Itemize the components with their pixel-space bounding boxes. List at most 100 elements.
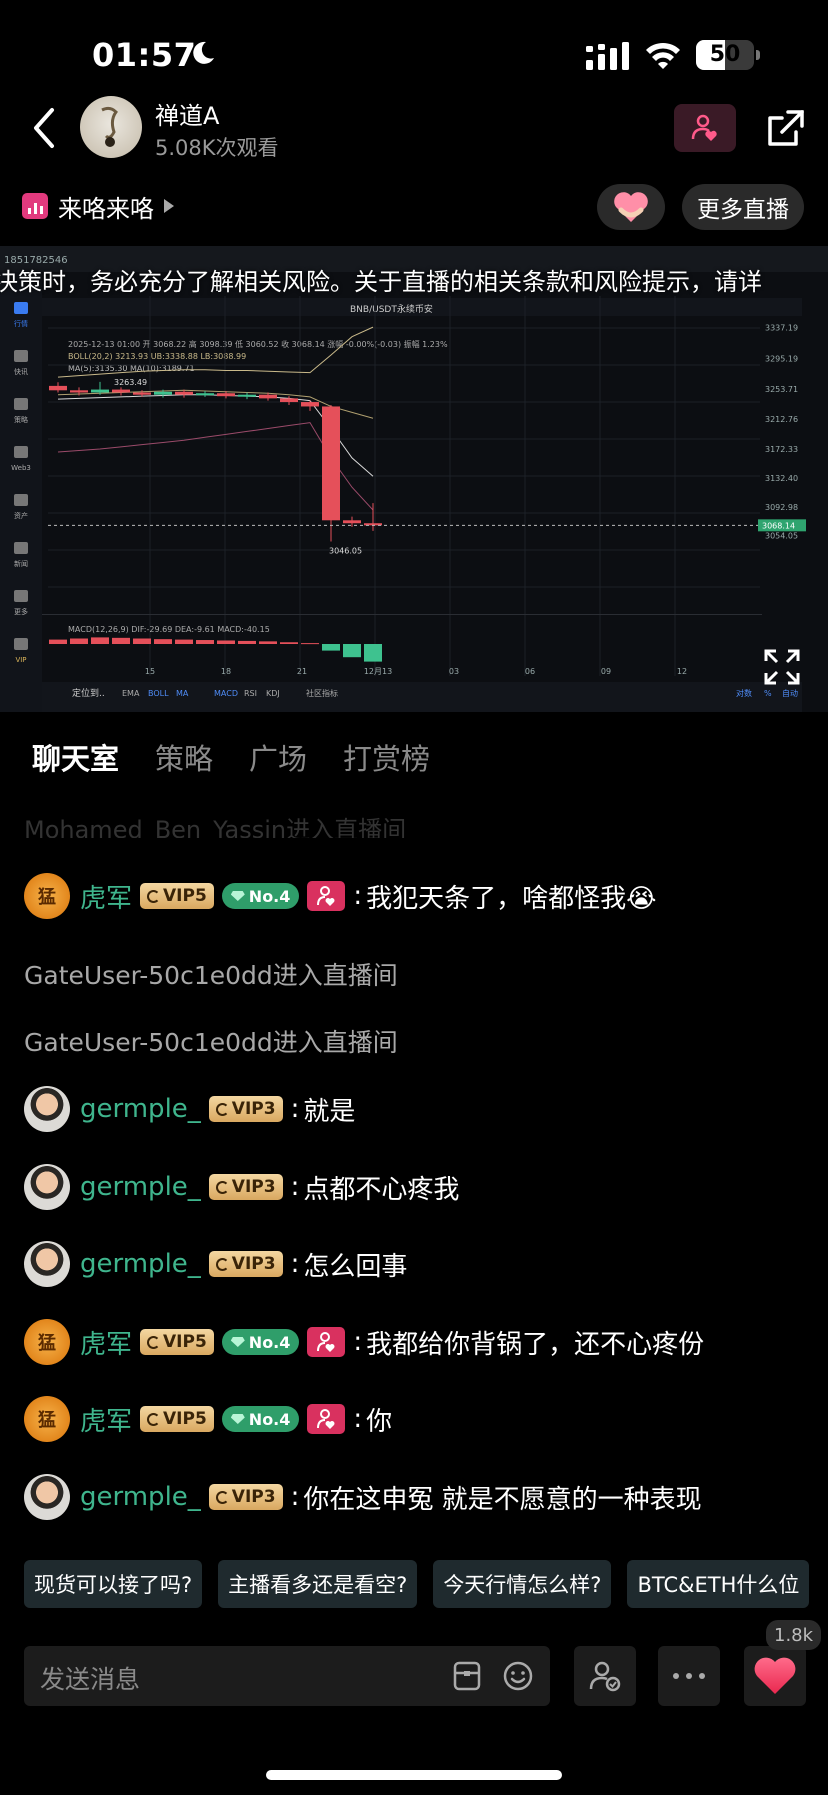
message-text: 就是 (303, 1096, 356, 1127)
time-tick-label: 21 (297, 667, 307, 676)
high-marker-label: 3263.49 (114, 378, 147, 387)
vip-level: VIP5 (163, 1332, 207, 1352)
locate-label: 定位到.. (72, 687, 105, 699)
more-live-button[interactable]: 更多直播 (682, 184, 804, 230)
vip-icon (147, 889, 161, 903)
vip-badge: VIP3 (208, 1251, 283, 1277)
time-tick-label: 15 (145, 667, 155, 676)
time-tick-label: 06 (525, 667, 535, 676)
message-separator: : (353, 1404, 363, 1434)
candle-body (196, 393, 214, 396)
boll-line: BOLL(20,2) 3213.93 UB:3338.88 LB:3088.99 (68, 352, 246, 361)
connect-mic-button[interactable] (574, 1646, 636, 1706)
host-avatar[interactable] (80, 96, 142, 158)
rail-label: 更多 (14, 607, 28, 616)
rail-label: Web3 (11, 464, 31, 472)
system-message: GateUser-50c1e0dd进入直播间 (24, 1028, 398, 1057)
rail-icon (14, 446, 28, 458)
tab-chatroom[interactable]: 聊天室 (32, 736, 119, 776)
fan-badge (307, 1404, 346, 1434)
fan-heart-icon (317, 1409, 335, 1429)
message-text: 我都给你背锅了，还不心疼份 (366, 1329, 705, 1360)
macd-bar (91, 637, 109, 644)
user-avatar[interactable]: 猛 (24, 1319, 70, 1365)
user-avatar[interactable] (24, 1241, 70, 1287)
message-separator: : (353, 1327, 363, 1357)
price-tick-label: 3132.40 (765, 474, 798, 483)
quick-reply-chip[interactable]: BTC&ETH什么位 (627, 1560, 810, 1608)
sticker-icon[interactable] (452, 1660, 482, 1692)
tab-tip-ranking[interactable]: 打赏榜 (343, 736, 430, 776)
username[interactable]: germple_ (80, 1094, 201, 1124)
username[interactable]: germple_ (80, 1482, 201, 1512)
candle-body (322, 406, 340, 521)
username[interactable]: 虎军 (80, 878, 132, 915)
streamed-kline-chart: 1851782546 行情快讯策略Web3资产新闻更多VIP BNB/USDT永… (0, 246, 828, 712)
tab-strategy[interactable]: 策略 (155, 736, 213, 776)
quick-reply-chip[interactable]: 现货可以接了吗? (24, 1560, 203, 1608)
message-text: 怎么回事 (303, 1251, 408, 1282)
last-price-tag-text: 3068.14 (762, 521, 795, 530)
heart-hands-button[interactable] (597, 184, 665, 230)
back-button[interactable] (28, 104, 60, 152)
indicator-tab: KDJ (266, 689, 280, 698)
vip-badge: VIP5 (140, 1406, 214, 1432)
message-separator: : (353, 881, 363, 911)
vip-badge: VIP3 (208, 1096, 283, 1122)
avatar-glyph: 猛 (38, 1410, 56, 1431)
price-tick-label: 3054.05 (765, 532, 798, 541)
follow-button[interactable] (674, 104, 736, 152)
price-tick-label: 3337.19 (765, 324, 798, 333)
rank-label: No.4 (248, 1409, 291, 1429)
message-separator: : (290, 1482, 300, 1512)
avatar-glyph: 猛 (38, 887, 56, 908)
username[interactable]: 虎军 (80, 1401, 132, 1438)
message-text: 我犯天条了，啥都怪我😭 (366, 883, 657, 914)
quick-reply-chip[interactable]: 今天行情怎么样? (433, 1560, 612, 1608)
user-avatar[interactable]: 猛 (24, 1396, 70, 1442)
battery-indicator: 50 (696, 40, 754, 70)
time-tick-label: 09 (601, 667, 611, 676)
price-tick-label: 3253.71 (765, 385, 798, 394)
vip-badge: VIP3 (208, 1484, 283, 1510)
risk-marquee-text: 决策时，务必充分了解相关风险。关于直播的相关条款和风险提示，请详 (0, 268, 762, 296)
user-avatar[interactable]: 猛 (24, 873, 70, 919)
status-bar: 01:57 50 (0, 0, 828, 100)
macd-bar (364, 644, 382, 662)
message-input[interactable]: 发送消息 (24, 1646, 550, 1706)
message-separator: : (290, 1172, 300, 1202)
home-indicator[interactable] (266, 1770, 562, 1780)
username[interactable]: 虎军 (80, 1324, 132, 1361)
pair-title: BNB/USDT永续币安 (350, 303, 433, 315)
like-count: 1.8k (766, 1620, 822, 1650)
emoji-icon[interactable] (502, 1660, 534, 1692)
quick-reply-chip[interactable]: 主播看多还是看空? (218, 1560, 418, 1608)
vip-badge: VIP5 (140, 1329, 214, 1355)
gem-icon (230, 891, 245, 901)
room-tag[interactable]: 来咯来咯 (22, 186, 174, 226)
vip-icon (215, 1180, 229, 1194)
username[interactable]: germple_ (80, 1172, 201, 1202)
like-button[interactable] (744, 1646, 806, 1706)
fan-badge (307, 881, 346, 911)
username[interactable]: germple_ (80, 1249, 201, 1279)
rail-icon (14, 302, 28, 314)
message-text: 你 (366, 1406, 393, 1437)
indicator-tab: 社区指标 (306, 688, 338, 698)
macd-bar (322, 644, 340, 651)
more-dots-icon (673, 1673, 705, 1679)
user-avatar[interactable] (24, 1164, 70, 1210)
battery-tip (756, 50, 760, 60)
fullscreen-icon[interactable] (763, 648, 801, 686)
user-avatar[interactable] (24, 1086, 70, 1132)
tab-square[interactable]: 广场 (249, 736, 307, 776)
chat-message: germple_ VIP3: 你在这申冤 就是不愿意的一种表现 (24, 1473, 702, 1521)
more-button[interactable] (658, 1646, 720, 1706)
vip-icon (215, 1102, 229, 1116)
scale-option: 对数 (736, 688, 752, 698)
user-avatar[interactable] (24, 1474, 70, 1520)
share-icon[interactable] (764, 106, 808, 150)
rail-icon (14, 494, 28, 506)
macd-bar (343, 644, 361, 658)
candle-body (259, 394, 277, 399)
